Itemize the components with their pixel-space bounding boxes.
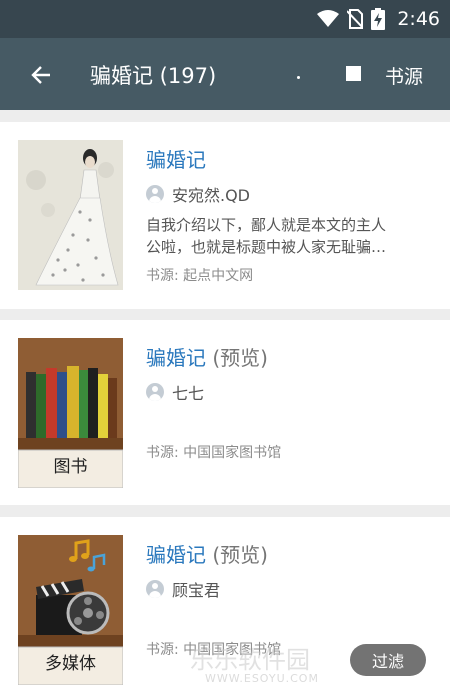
no-sim-icon	[347, 9, 364, 29]
watermark-url: WWW.ESOYU.COM	[205, 672, 319, 685]
person-icon	[146, 383, 164, 401]
book-title-text: 骗婚记	[146, 346, 206, 370]
back-button[interactable]	[24, 58, 58, 92]
book-title[interactable]: 骗婚记 (预览)	[146, 539, 268, 568]
author-row: 安宛然.QD	[146, 182, 250, 206]
search-result-item[interactable]: 骗婚记 安宛然.QD 自我介绍以下，鄙人就是本文的主人 公啦，也就是标题中被人家…	[0, 122, 450, 309]
preview-suffix: (预览)	[212, 543, 268, 567]
book-source: 书源: 起点中文网	[146, 268, 254, 284]
arrow-back-icon	[31, 66, 50, 84]
intro-line: 自我介绍以下，鄙人就是本文的主人	[146, 216, 387, 234]
person-icon	[146, 580, 164, 598]
person-icon	[146, 185, 164, 203]
intro-line: 公啦，也就是标题中被人家无耻骗…	[146, 238, 387, 256]
book-title[interactable]: 骗婚记 (预览)	[146, 342, 268, 371]
cover-illustration	[18, 140, 123, 290]
book-source: 书源: 中国国家图书馆	[146, 445, 282, 461]
preview-suffix: (预览)	[212, 346, 268, 370]
book-cover	[18, 140, 123, 290]
app-bar: 骗婚记 (197) 书源	[0, 38, 450, 110]
author-row: 七七	[146, 380, 204, 404]
cover-label: 多媒体	[45, 654, 96, 674]
filter-button[interactable]: 过滤	[350, 644, 426, 676]
battery-charging-icon	[371, 8, 386, 30]
progress-dot	[297, 76, 300, 79]
author-name: 七七	[172, 384, 205, 403]
book-source-button[interactable]: 书源	[385, 62, 423, 89]
book-title-text: 骗婚记	[146, 148, 206, 172]
author-name: 顾宝君	[172, 581, 221, 600]
clock: 2:46	[397, 8, 440, 30]
book-title[interactable]: 骗婚记	[146, 144, 206, 173]
status-icons: 2:46	[317, 0, 440, 38]
book-title-text: 骗婚记	[146, 543, 206, 567]
cover-label: 图书	[53, 457, 88, 477]
search-result-item[interactable]: 图书 骗婚记 (预览) 七七 书源: 中国国家图书馆	[0, 320, 450, 505]
wifi-icon	[317, 10, 340, 27]
author-name: 安宛然.QD	[172, 186, 251, 205]
book-cover: 多媒体	[18, 535, 123, 685]
status-bar: 2:46	[0, 0, 450, 38]
page-title: 骗婚记 (197)	[90, 64, 217, 88]
book-cover: 图书	[18, 338, 123, 488]
stop-button[interactable]	[346, 66, 361, 81]
author-row: 顾宝君	[146, 577, 220, 601]
book-intro: 自我介绍以下，鄙人就是本文的主人 公啦，也就是标题中被人家无耻骗…	[146, 214, 436, 258]
watermark: 乐乐软件园	[190, 646, 310, 674]
